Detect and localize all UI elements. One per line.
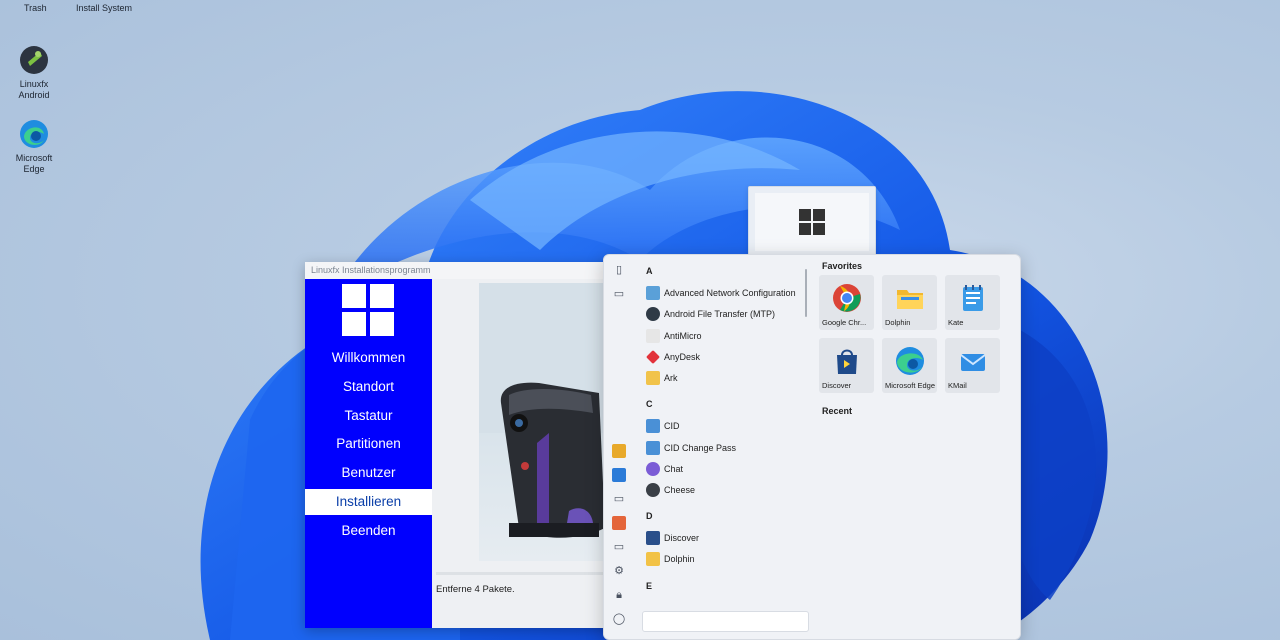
app-item[interactable]: Chat (646, 460, 806, 480)
camera-icon (646, 483, 660, 497)
app-item[interactable]: AntiMicro (646, 327, 806, 347)
section-letter-a: A (646, 266, 653, 276)
desktop-icon-label: Linuxfx Android (18, 79, 50, 100)
nav-item-willkommen[interactable]: Willkommen (305, 345, 432, 371)
favorite-tile[interactable]: Kate (945, 275, 1000, 330)
folder-icon (646, 552, 660, 566)
pictures-icon[interactable] (612, 468, 626, 482)
desktop-icon-label: Microsoft Edge (15, 153, 53, 174)
network-icon (646, 286, 660, 300)
installer-title: Linuxfx Installationsprogramm (305, 262, 615, 279)
windows-logo-icon (799, 209, 825, 235)
store-bag-icon (837, 349, 857, 374)
folder-icon[interactable]: ▭ (612, 492, 626, 506)
id-card-icon (646, 419, 660, 433)
nav-item-installieren[interactable]: Installieren (305, 489, 432, 515)
gamepad-icon (646, 329, 660, 343)
app-item[interactable]: CID Change Pass (646, 439, 806, 459)
task-view-thumbnail[interactable] (748, 186, 876, 258)
id-card-icon (646, 441, 660, 455)
folder-icon (897, 290, 923, 309)
app-item[interactable]: Dolphin (646, 550, 806, 570)
section-letter-e: E (646, 581, 653, 591)
installer-slideshow (436, 283, 615, 577)
archive-icon (646, 371, 660, 385)
nav-item-benutzer[interactable]: Benutzer (305, 460, 432, 486)
app-item[interactable]: AnyDesk (646, 348, 806, 368)
monitor-icon[interactable]: ▭ (612, 287, 626, 301)
music-icon[interactable] (612, 516, 626, 530)
installer-nav: Willkommen Standort Tastatur Partitionen… (305, 279, 432, 628)
folder-icon[interactable]: ▭ (612, 540, 626, 554)
lock-icon[interactable]: 🔒︎ (612, 588, 626, 602)
nav-item-standort[interactable]: Standort (305, 374, 432, 400)
anydesk-icon (646, 350, 660, 364)
recent-title: Recent (822, 406, 853, 416)
app-item[interactable]: CID (646, 417, 806, 437)
settings-icon[interactable]: ⚙ (612, 564, 626, 578)
windows-logo-icon (342, 284, 394, 336)
favorites-title: Favorites (822, 261, 863, 271)
app-list: A Advanced Network Configuration Android… (640, 255, 806, 605)
product-image (479, 283, 615, 561)
app-item[interactable]: Android File Transfer (MTP) (646, 305, 806, 325)
edge-icon (896, 347, 924, 375)
install-status-text: Entferne 4 Pakete. (436, 584, 515, 595)
trash-label[interactable]: Trash (24, 3, 47, 13)
notepad-icon (963, 285, 983, 311)
favorite-tile[interactable]: Discover (819, 338, 874, 393)
app-list-scrollbar[interactable] (805, 269, 807, 317)
app-item[interactable]: Advanced Network Configuration (646, 284, 806, 304)
sunflower-icon[interactable] (612, 444, 626, 458)
favorite-tile[interactable]: Google Chr... (819, 275, 874, 330)
app-item[interactable]: Cheese (646, 481, 806, 501)
progress-track (436, 572, 611, 575)
store-bag-icon (646, 531, 660, 545)
chat-icon (646, 462, 660, 476)
start-menu-rail: ▯ ▭ ▭ ▭ ⚙ 🔒︎ ◯ (604, 255, 634, 639)
app-item[interactable]: Ark (646, 369, 806, 389)
mail-icon (960, 354, 986, 371)
favorite-tile[interactable]: Dolphin (882, 275, 937, 330)
install-system-label[interactable]: Install System (76, 3, 132, 13)
nav-item-partitionen[interactable]: Partitionen (305, 431, 432, 457)
android-icon (646, 307, 660, 321)
start-menu: ▯ ▭ ▭ ▭ ⚙ 🔒︎ ◯ A Advanced Network Config… (603, 254, 1021, 640)
section-letter-d: D (646, 511, 653, 521)
edge-icon (18, 118, 50, 150)
android-icon (18, 44, 50, 76)
desktop-icon-linuxfx-android[interactable]: Linuxfx Android (4, 44, 64, 101)
bookmark-icon[interactable]: ▯ (612, 263, 626, 277)
chrome-icon (833, 284, 861, 312)
section-letter-c: C (646, 399, 653, 409)
nav-item-tastatur[interactable]: Tastatur (305, 403, 432, 429)
app-item[interactable]: Discover (646, 529, 806, 549)
desktop-icon-microsoft-edge[interactable]: Microsoft Edge (4, 118, 64, 175)
nav-item-beenden[interactable]: Beenden (305, 518, 432, 544)
favorite-tile[interactable]: KMail (945, 338, 1000, 393)
search-input[interactable] (642, 611, 809, 632)
power-icon[interactable]: ◯ (612, 612, 626, 626)
installer-window: Linuxfx Installationsprogramm Willkommen… (305, 262, 615, 628)
favorite-tile[interactable]: Microsoft Edge (882, 338, 937, 393)
